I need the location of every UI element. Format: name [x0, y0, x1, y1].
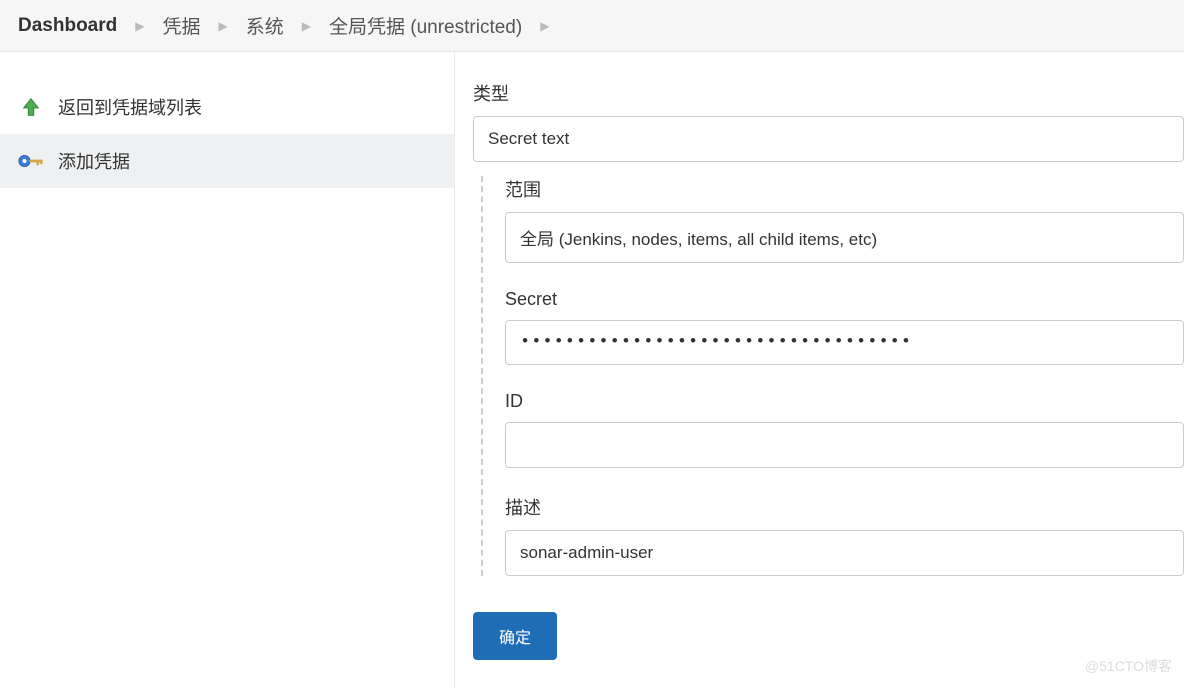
key-icon — [18, 148, 44, 174]
field-type: 类型 Secret text — [473, 80, 1184, 162]
arrow-up-icon — [18, 94, 44, 120]
main-layout: 返回到凭据域列表 添加凭据 类型 Secret text 范围 全局 (Jenk… — [0, 52, 1184, 688]
submit-button[interactable]: 确定 — [473, 612, 557, 660]
sidebar-item-label: 返回到凭据域列表 — [58, 94, 202, 120]
sidebar-item-back[interactable]: 返回到凭据域列表 — [0, 80, 454, 134]
breadcrumb-system[interactable]: 系统 — [246, 12, 284, 39]
field-id: ID — [505, 391, 1184, 468]
chevron-right-icon: ▶ — [135, 19, 144, 33]
id-label: ID — [505, 391, 1184, 412]
breadcrumb: Dashboard ▶ 凭据 ▶ 系统 ▶ 全局凭据 (unrestricted… — [0, 0, 1184, 52]
description-label: 描述 — [505, 494, 1184, 520]
field-secret: Secret — [505, 289, 1184, 365]
sidebar: 返回到凭据域列表 添加凭据 — [0, 52, 455, 688]
type-label: 类型 — [473, 80, 1184, 106]
chevron-right-icon: ▶ — [302, 19, 311, 33]
id-input[interactable] — [505, 422, 1184, 468]
field-scope: 范围 全局 (Jenkins, nodes, items, all child … — [505, 176, 1184, 263]
secret-label: Secret — [505, 289, 1184, 310]
scope-label: 范围 — [505, 176, 1184, 202]
breadcrumb-credentials[interactable]: 凭据 — [162, 12, 200, 39]
secret-input[interactable] — [505, 320, 1184, 365]
breadcrumb-global-creds[interactable]: 全局凭据 (unrestricted) — [329, 12, 522, 39]
scope-select[interactable]: 全局 (Jenkins, nodes, items, all child ite… — [505, 212, 1184, 263]
chevron-right-icon: ▶ — [219, 19, 228, 33]
description-input[interactable] — [505, 530, 1184, 576]
credential-fields: 范围 全局 (Jenkins, nodes, items, all child … — [481, 176, 1184, 576]
main-content: 类型 Secret text 范围 全局 (Jenkins, nodes, it… — [455, 52, 1184, 688]
field-description: 描述 — [505, 494, 1184, 576]
sidebar-item-label: 添加凭据 — [58, 148, 130, 174]
chevron-right-icon: ▶ — [540, 19, 549, 33]
sidebar-item-add-credential[interactable]: 添加凭据 — [0, 134, 454, 188]
breadcrumb-dashboard[interactable]: Dashboard — [18, 15, 117, 37]
type-select[interactable]: Secret text — [473, 116, 1184, 162]
watermark: @51CTO博客 — [1085, 656, 1172, 676]
